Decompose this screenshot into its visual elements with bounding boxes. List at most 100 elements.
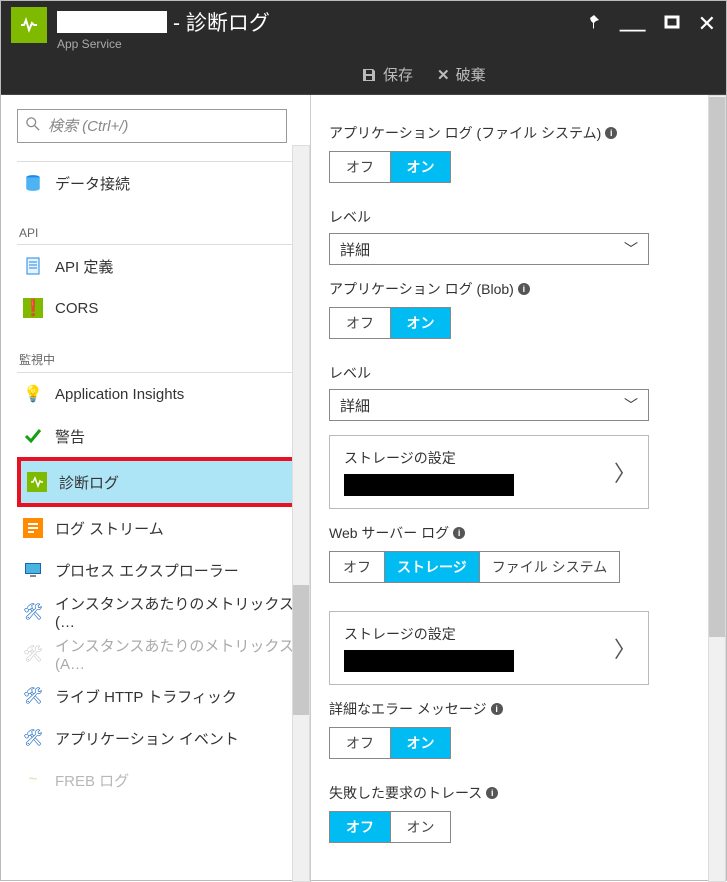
toggle-storage[interactable]: ストレージ (384, 552, 479, 582)
label-app-log-blob: アプリケーション ログ (Blob) i (329, 279, 702, 299)
sidebar-item-alerts[interactable]: 警告 (17, 415, 298, 457)
info-icon[interactable]: i (605, 127, 617, 139)
section-monitoring: 監視中 (19, 351, 298, 368)
command-bar: 保存 ✕ 破棄 (1, 55, 726, 95)
chevron-right-icon: 〉 (614, 632, 636, 664)
label-failed-request: 失敗した要求のトレース i (329, 783, 702, 803)
discard-button[interactable]: ✕ 破棄 (437, 64, 486, 85)
title-block: - 診断ログ App Service (57, 7, 270, 51)
save-button[interactable]: 保存 (361, 64, 413, 85)
bulb-icon: 💡 (23, 384, 43, 404)
sidebar-label: FREB ログ (55, 770, 129, 791)
log-stream-icon (23, 518, 43, 538)
toggle-on[interactable]: オン (390, 152, 450, 182)
page-title-suffix: - 診断ログ (173, 7, 270, 37)
sidebar-label: ライブ HTTP トラフィック (55, 686, 237, 707)
discard-label: 破棄 (456, 64, 486, 85)
toggle-off[interactable]: オフ (330, 812, 390, 842)
label-app-log-fs: アプリケーション ログ (ファイル システム) i (329, 123, 702, 143)
chevron-down-icon: ﹀ (624, 239, 638, 259)
section-api: API (19, 226, 298, 240)
storage-title: ストレージの設定 (344, 624, 634, 644)
select-value: 詳細 (340, 239, 370, 260)
label-level-fs: レベル (329, 207, 702, 227)
sidebar-label: インスタンスあたりのメトリックス (… (55, 593, 298, 631)
sidebar-scrollbar[interactable] (292, 145, 310, 882)
sidebar-label: 警告 (55, 426, 85, 447)
select-level-fs[interactable]: 詳細 ﹀ (329, 233, 649, 265)
minimize-icon[interactable]: — (620, 24, 646, 32)
search-input[interactable] (48, 118, 278, 135)
toggle-app-log-fs[interactable]: オフ オン (329, 151, 451, 183)
chevron-down-icon: ﹀ (624, 395, 638, 415)
discard-icon: ✕ (437, 66, 450, 84)
wrench-icon: 🛠 (23, 602, 43, 622)
sidebar-scroll-thumb[interactable] (293, 585, 309, 715)
sidebar-label: CORS (55, 300, 98, 317)
search-icon (26, 117, 40, 135)
sidebar-item-cors[interactable]: ❗ CORS (17, 287, 298, 329)
sidebar-item-freb-logs[interactable]: ~ FREB ログ (17, 759, 298, 801)
sidebar-label: アプリケーション イベント (55, 728, 239, 749)
toggle-webserver-log[interactable]: オフ ストレージ ファイル システム (329, 551, 620, 583)
sidebar-item-live-http[interactable]: 🛠 ライブ HTTP トラフィック (17, 675, 298, 717)
info-icon[interactable]: i (453, 527, 465, 539)
save-label: 保存 (383, 64, 413, 85)
toggle-failed-request[interactable]: オフ オン (329, 811, 451, 843)
content-scroll-thumb[interactable] (709, 97, 725, 637)
wrench-icon: 🛠 (23, 728, 43, 748)
document-icon (23, 256, 43, 276)
select-level-blob[interactable]: 詳細 ﹀ (329, 389, 649, 421)
toggle-off[interactable]: オフ (330, 308, 390, 338)
toggle-off[interactable]: オフ (330, 152, 390, 182)
storage-value-redacted (344, 650, 514, 672)
sidebar-item-api-definition[interactable]: API 定義 (17, 245, 298, 287)
save-icon (361, 67, 377, 83)
database-icon (23, 173, 43, 193)
sidebar-item-instance-metrics[interactable]: 🛠 インスタンスあたりのメトリックス (… (17, 591, 298, 633)
sidebar-label: Application Insights (55, 386, 184, 403)
check-icon (23, 426, 43, 446)
app-service-icon (11, 7, 47, 43)
sidebar-label: プロセス エクスプローラー (55, 560, 239, 581)
toggle-on[interactable]: オン (390, 728, 450, 758)
sidebar-item-insights[interactable]: 💡 Application Insights (17, 373, 298, 415)
toggle-on[interactable]: オン (390, 812, 450, 842)
toggle-app-log-blob[interactable]: オフ オン (329, 307, 451, 339)
sidebar-item-app-events[interactable]: 🛠 アプリケーション イベント (17, 717, 298, 759)
maximize-icon[interactable] (664, 14, 680, 35)
toggle-filesystem[interactable]: ファイル システム (479, 552, 619, 582)
info-icon[interactable]: i (486, 787, 498, 799)
toggle-detailed-error[interactable]: オフ オン (329, 727, 451, 759)
sidebar-item-data-connections[interactable]: データ接続 (17, 162, 298, 204)
search-box[interactable] (17, 109, 287, 143)
sidebar-item-diagnostic-logs[interactable]: 診断ログ (21, 461, 294, 503)
sidebar-item-instance-metrics-asp: 🛠 インスタンスあたりのメトリックス (A… (17, 633, 298, 675)
pulse-icon: ~ (23, 770, 43, 790)
toggle-off[interactable]: オフ (330, 552, 384, 582)
sidebar-label: 診断ログ (59, 472, 119, 493)
storage-setting-blob[interactable]: ストレージの設定 〉 (329, 435, 649, 509)
sidebar-label: API 定義 (55, 256, 113, 277)
info-icon[interactable]: i (491, 703, 503, 715)
wrench-icon: 🛠 (23, 644, 43, 664)
content-panel: アプリケーション ログ (ファイル システム) i オフ オン レベル 詳細 ﹀… (311, 95, 726, 882)
label-detailed-error: 詳細なエラー メッセージ i (329, 699, 702, 719)
toggle-off[interactable]: オフ (330, 728, 390, 758)
sidebar-item-log-stream[interactable]: ログ ストリーム (17, 507, 298, 549)
sidebar: データ接続 API API 定義 ❗ CORS 監視中 💡 Applicatio… (1, 95, 311, 882)
storage-setting-webserver[interactable]: ストレージの設定 〉 (329, 611, 649, 685)
chevron-right-icon: 〉 (614, 456, 636, 488)
pin-icon[interactable] (586, 14, 602, 35)
sidebar-item-process-explorer[interactable]: プロセス エクスプローラー (17, 549, 298, 591)
storage-value-redacted (344, 474, 514, 496)
monitor-icon (23, 560, 43, 580)
page-subtitle: App Service (57, 37, 270, 51)
storage-title: ストレージの設定 (344, 448, 634, 468)
info-icon[interactable]: i (518, 283, 530, 295)
close-icon[interactable]: ✕ (698, 11, 716, 37)
select-value: 詳細 (340, 395, 370, 416)
toggle-on[interactable]: オン (390, 308, 450, 338)
sidebar-label: ログ ストリーム (55, 518, 164, 539)
label-level-blob: レベル (329, 363, 702, 383)
